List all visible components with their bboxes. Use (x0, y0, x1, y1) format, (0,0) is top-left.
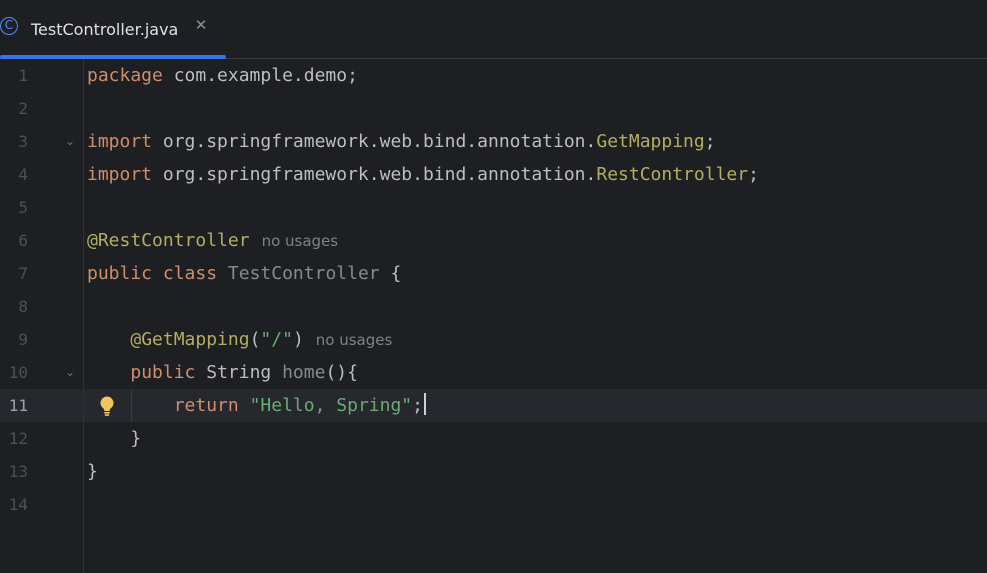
line-number[interactable]: 9 (0, 323, 28, 356)
code-token: @GetMapping (130, 329, 250, 350)
code-token: com.example.demo; (162, 65, 358, 86)
code-line[interactable]: 10 ⌄ public String home(){ (0, 356, 987, 389)
code-token: (){ (325, 362, 358, 383)
code-line[interactable]: 13} (0, 455, 987, 488)
code-token: } (87, 428, 142, 449)
code-line[interactable]: 14 (0, 488, 987, 521)
code-text[interactable]: @GetMapping("/") no usages (87, 323, 392, 356)
code-token: { (379, 263, 402, 284)
line-number[interactable]: 13 (0, 455, 28, 488)
tab-title: TestController.java (31, 20, 179, 39)
code-token: "/" (260, 329, 293, 350)
line-number[interactable]: 14 (0, 488, 28, 521)
code-text[interactable]: import org.springframework.web.bind.anno… (87, 158, 759, 191)
code-line[interactable]: 2 (0, 92, 987, 125)
code-token: String (195, 362, 283, 383)
code-text[interactable]: public class TestController { (87, 257, 401, 290)
code-line[interactable]: 11 return "Hello, Spring"; (0, 389, 987, 422)
code-line[interactable]: 12 } (0, 422, 987, 455)
code-text[interactable]: @RestController no usages (87, 224, 338, 257)
line-number[interactable]: 4 (0, 158, 28, 191)
code-line[interactable]: 1 package com.example.demo; (0, 59, 987, 92)
code-token: } (87, 461, 98, 482)
code-token: org.springframework.web.bind.annotation. (152, 164, 597, 185)
code-token: return (173, 395, 239, 416)
code-text[interactable]: import org.springframework.web.bind.anno… (87, 125, 716, 158)
code-token: ) (292, 329, 304, 350)
code-line[interactable]: 5 (0, 191, 987, 224)
code-text[interactable]: return "Hello, Spring"; (87, 389, 426, 422)
code-token: import (87, 164, 153, 185)
line-number[interactable]: 7 (0, 257, 28, 290)
code-line[interactable]: 8 (0, 290, 987, 323)
line-number[interactable]: 8 (0, 290, 28, 323)
code-token: public (87, 263, 153, 284)
code-editor[interactable]: C TestController.java ✕ 1 package com.exa… (0, 0, 987, 573)
usages-inlay-hint[interactable]: no usages (316, 331, 393, 349)
close-icon[interactable]: ✕ (193, 17, 209, 33)
line-number[interactable]: 6 (0, 224, 28, 257)
code-text[interactable]: } (87, 455, 98, 488)
line-number[interactable]: 12 (0, 422, 28, 455)
line-number[interactable]: 11 (0, 389, 28, 422)
code-area[interactable]: 1 package com.example.demo; 2 3 ⌄ import org.… (0, 59, 987, 573)
code-line[interactable]: 4 import org.springframework.web.bind.ann… (0, 158, 987, 191)
code-line[interactable]: 7 public class TestController { (0, 257, 987, 290)
fold-chevron-icon[interactable]: ⌄ (63, 356, 77, 389)
code-token: import (87, 131, 153, 152)
java-class-icon: C (0, 17, 18, 35)
code-token: @RestController (87, 230, 250, 251)
fold-chevron-icon[interactable]: ⌄ (63, 125, 77, 158)
code-text[interactable]: } (87, 422, 141, 455)
tab-test-controller[interactable]: C TestController.java ✕ (0, 0, 226, 59)
line-number[interactable]: 2 (0, 92, 28, 125)
code-token: RestController (596, 164, 749, 185)
code-line[interactable]: 3 ⌄ import org.springframework.web.bind.an… (0, 125, 987, 158)
usages-inlay-hint[interactable]: no usages (262, 232, 339, 250)
code-token: ; (748, 164, 759, 185)
line-number[interactable]: 10 (0, 356, 28, 389)
code-token: package (87, 65, 163, 86)
code-token: ; (704, 131, 716, 152)
code-token: "Hello, Spring" (249, 395, 413, 416)
code-token: ( (249, 329, 261, 350)
code-line[interactable]: 9 @GetMapping("/") no usages (0, 323, 987, 356)
code-token: home (282, 362, 326, 383)
code-token: org.springframework.web.bind.annotation. (152, 131, 597, 152)
editor-tab-bar: C TestController.java ✕ (0, 0, 987, 59)
text-caret (423, 393, 426, 415)
code-token: ; (412, 395, 423, 416)
code-text[interactable]: package com.example.demo; (87, 59, 358, 92)
line-number[interactable]: 1 (0, 59, 28, 92)
code-token: public (130, 362, 196, 383)
line-number[interactable]: 3 (0, 125, 28, 158)
code-line[interactable]: 6 @RestController no usages (0, 224, 987, 257)
code-token: TestController (227, 263, 380, 284)
code-text[interactable]: public String home(){ (87, 356, 358, 389)
code-token: GetMapping (596, 131, 705, 152)
code-token: class (162, 263, 218, 284)
line-number[interactable]: 5 (0, 191, 28, 224)
